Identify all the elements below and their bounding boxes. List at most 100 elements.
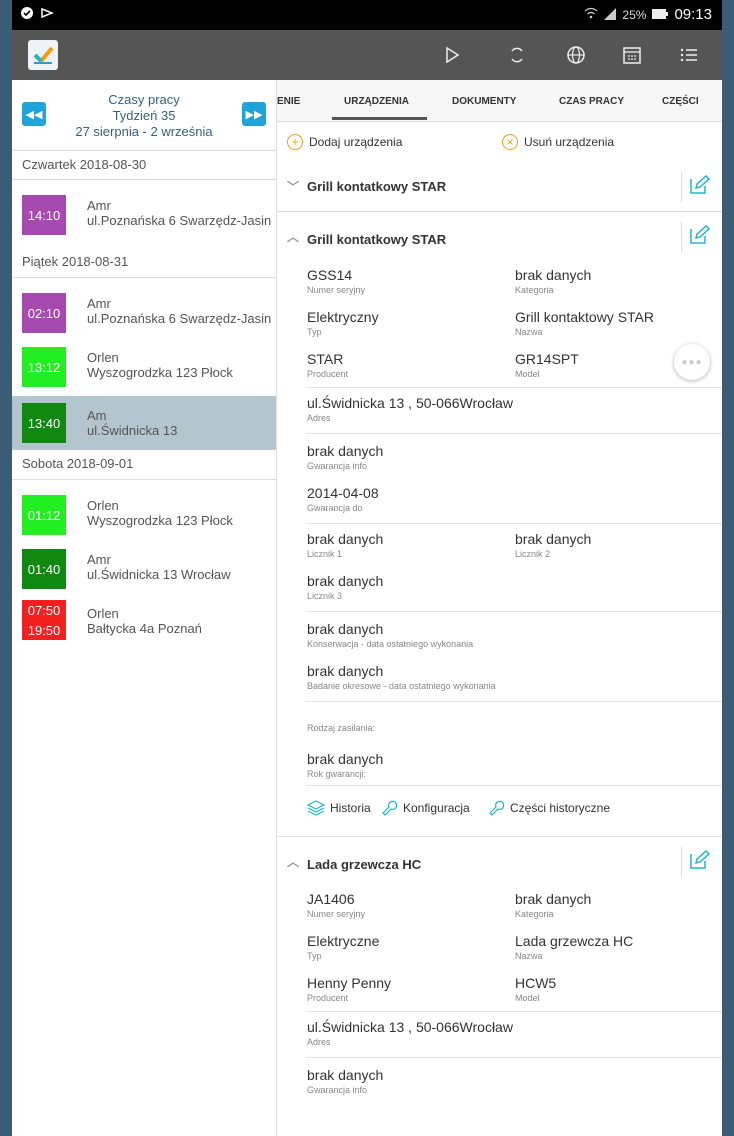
field-row: brak danych Konserwacja - data ostatniego… <box>305 612 722 656</box>
field-row: brak danych Badanie okresowe - data ostat… <box>305 656 722 702</box>
layers-icon <box>307 800 325 816</box>
warranty-to-label: Gwarancja do <box>307 503 363 513</box>
field-row: ul.Świdnicka 13 , 50-066Wrocław Adres <box>305 1012 722 1058</box>
counter2-value: brak danych <box>515 531 592 547</box>
schedule-entry[interactable]: 01:40 Amr ul.Świdnicka 13 Wrocław <box>12 544 276 598</box>
cast-icon <box>40 6 55 23</box>
field-row: brak danych Rok gwarancji: <box>305 738 722 786</box>
address-value: ul.Świdnicka 13 , 50-066Wrocław <box>307 1019 513 1035</box>
entry-address: Wyszogrodzka 123 Płock <box>87 365 233 380</box>
history-link[interactable]: Historia <box>307 800 371 816</box>
entry-name: Amr <box>87 198 111 213</box>
field-row: brak danych Gwarancja info <box>305 434 722 476</box>
field-row: ul.Świdnicka 13 , 50-066Wrocław Adres <box>305 388 722 434</box>
schedule-entry-selected[interactable]: 13:40 Am ul.Świdnicka 13 <box>12 396 276 450</box>
schedule-entry[interactable]: 01:12 Orlen Wyszogrodzka 123 Płock <box>12 490 276 544</box>
more-options-button[interactable]: ●●● <box>674 344 710 380</box>
device-header[interactable]: ﹀ Grill kontatkowy STAR <box>277 162 722 212</box>
list-icon[interactable] <box>676 42 702 68</box>
day-header: Sobota 2018-09-01 <box>12 450 276 480</box>
model-value: GR14SPT <box>515 351 579 367</box>
week-range: 27 sierpnia - 2 września <box>75 124 213 139</box>
type-value: Elektryczne <box>307 933 380 949</box>
category-value: brak danych <box>515 267 592 283</box>
chevron-down-icon: ﹀ <box>287 180 300 194</box>
historical-parts-link[interactable]: Części historyczne <box>487 800 610 816</box>
clock: 09:13 <box>674 6 712 23</box>
entry-name: Amr <box>87 296 111 311</box>
inspection-value: brak danych <box>307 663 384 679</box>
model-value: HCW5 <box>515 975 557 991</box>
next-week-button[interactable]: ▶▶ <box>242 102 266 126</box>
device-title: Grill kontatkowy STAR <box>307 179 447 194</box>
entry-time: 02:10 <box>22 293 66 333</box>
producer-label: Producent <box>307 369 349 379</box>
counter1-value: brak danych <box>307 531 384 547</box>
schedule-entry[interactable]: 14:10 Amr ul.Poznańska 6 Swarzędz-Jasin <box>12 190 276 244</box>
warranty-to-value: 2014-04-08 <box>307 485 379 501</box>
entry-address: ul.Świdnicka 13 Wrocław <box>87 567 231 582</box>
schedule-entry[interactable]: 02:10 Amr ul.Poznańska 6 Swarzędz-Jasin <box>12 288 276 342</box>
edit-icon[interactable] <box>688 174 711 196</box>
active-tab-indicator <box>332 117 427 120</box>
entry-address: ul.Świdnicka 13 <box>87 423 178 438</box>
address-value: ul.Świdnicka 13 , 50-066Wrocław <box>307 395 513 411</box>
week-number: Tydzień 35 <box>112 108 176 123</box>
remove-circle-icon: × <box>502 134 518 150</box>
entry-end-time: 19:50 <box>22 620 66 640</box>
add-devices-label: Dodaj urządzenia <box>309 135 403 149</box>
field-row: brak danych Licznik 3 <box>305 568 722 612</box>
warranty-year-label: Rok gwarancji: <box>307 769 367 779</box>
device-links: Historia Konfiguracja Części historyczne <box>305 786 722 830</box>
category-label: Kategoria <box>515 909 554 919</box>
warranty-year-value: brak danych <box>307 751 384 767</box>
status-bar: 25% 09:13 <box>12 0 722 30</box>
add-devices-button[interactable]: + Dodaj urządzenia <box>287 134 402 150</box>
producer-value: STAR <box>307 351 344 367</box>
address-label: Adres <box>307 1037 331 1047</box>
day-header: Piątek 2018-08-31 <box>12 248 276 278</box>
historical-parts-label: Części historyczne <box>510 801 611 815</box>
field-row: GSS14 Numer seryjny brak danych Kategoria <box>305 262 722 304</box>
device-header[interactable]: ︿ Lada grzewcza HC <box>277 836 722 886</box>
model-label: Model <box>515 993 540 1003</box>
tab-devices[interactable]: URZĄDZENIA <box>344 96 409 107</box>
battery-percent: 25% <box>622 7 647 22</box>
warranty-info-label: Gwarancja info <box>307 461 368 471</box>
tab-parts[interactable]: CZĘŚCI <box>662 96 699 107</box>
day-header: Czwartek 2018-08-30 <box>12 150 276 180</box>
serial-label: Numer seryjny <box>307 285 366 295</box>
edit-icon[interactable] <box>688 224 711 246</box>
device-header[interactable]: ︿ Grill kontatkowy STAR <box>277 212 722 262</box>
configuration-link[interactable]: Konfiguracja <box>380 800 470 816</box>
schedule-entry[interactable]: 07:50 19:50 Orlen Bałtycka 4a Poznań <box>12 598 276 652</box>
previous-week-button[interactable]: ◀◀ <box>22 102 46 126</box>
serial-label: Numer seryjny <box>307 909 366 919</box>
app-logo-icon[interactable] <box>28 40 58 70</box>
schedule-panel: ◀◀ Czasy pracy Tydzień 35 27 sierpnia - … <box>12 80 277 1136</box>
edit-icon[interactable] <box>688 849 711 871</box>
entry-time: 01:40 <box>22 549 66 589</box>
tab-work-time[interactable]: CZAS PRACY <box>559 96 624 107</box>
add-circle-icon: + <box>287 134 303 150</box>
tab-documents[interactable]: DOKUMENTY <box>452 96 516 107</box>
producer-label: Producent <box>307 993 349 1003</box>
globe-icon[interactable] <box>563 42 589 68</box>
entry-time: 07:50 <box>22 600 66 620</box>
wrench-icon <box>382 800 398 816</box>
sync-icon[interactable] <box>504 42 530 68</box>
tab-partial[interactable]: ENIE <box>277 96 300 107</box>
app-frame: 25% 09:13 ◀◀ Czasy pracy Tydzień 35 27 s… <box>12 0 722 1136</box>
field-row: brak danych Licznik 1 brak danych Licznik … <box>305 524 722 568</box>
app-bar <box>12 30 722 80</box>
remove-devices-button[interactable]: × Usuń urządzenia <box>502 134 614 150</box>
type-label: Typ <box>307 327 322 337</box>
entry-time: 13:40 <box>22 403 66 443</box>
schedule-entry[interactable]: 13:12 Orlen Wyszogrodzka 123 Płock <box>12 342 276 396</box>
entry-address: Bałtycka 4a Poznań <box>87 621 202 636</box>
notification-icon <box>20 6 34 23</box>
play-icon[interactable] <box>439 42 465 68</box>
remove-devices-label: Usuń urządzenia <box>524 135 615 149</box>
calendar-icon[interactable] <box>619 42 645 68</box>
type-label: Typ <box>307 951 322 961</box>
